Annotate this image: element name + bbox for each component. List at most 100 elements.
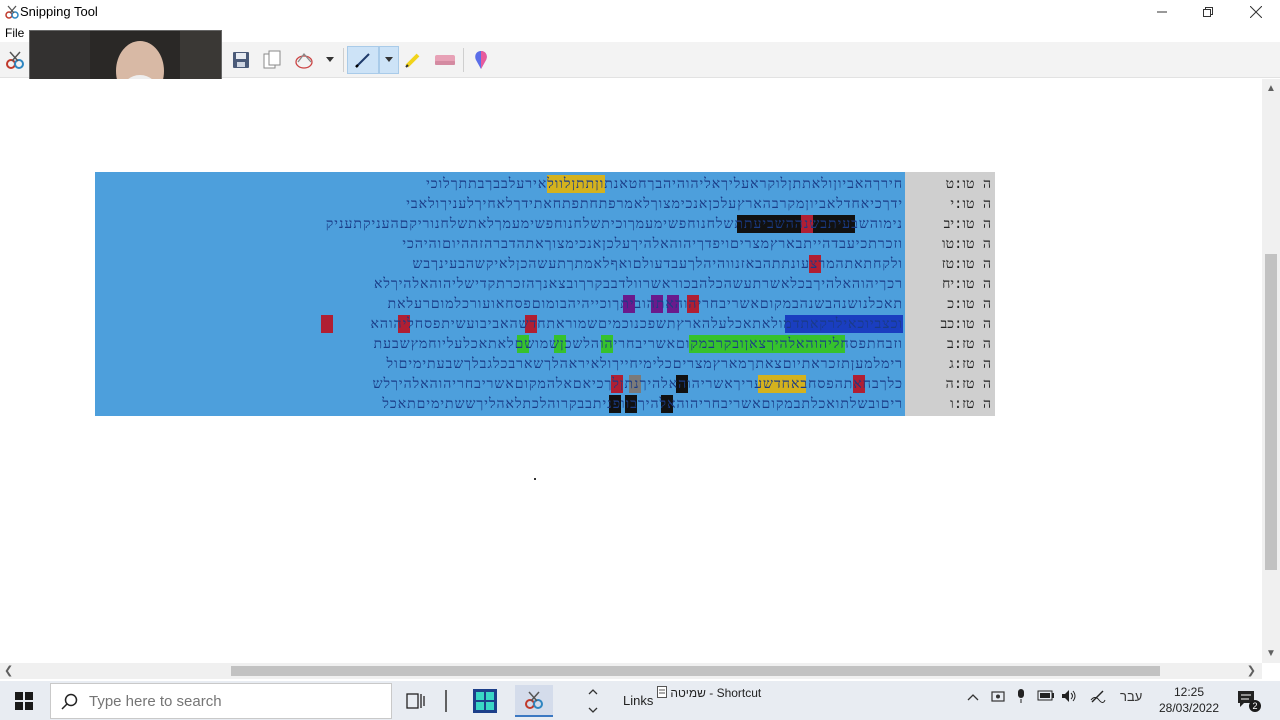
snip-text-row: תאכלנושנהבשנהבמקוםאשריבחריהוהאתהוביתךוכי… bbox=[95, 294, 995, 314]
pen-button[interactable] bbox=[347, 46, 379, 74]
snipping-tool-icon bbox=[525, 691, 543, 709]
hebrew-text: חירךהאביוןולאתתןלוקראעליךאליהוהיהבךחטאנת… bbox=[426, 176, 903, 192]
task-view-button[interactable] bbox=[397, 685, 435, 717]
vertical-scroll-thumb[interactable] bbox=[1265, 254, 1277, 570]
copy-button[interactable] bbox=[259, 46, 285, 74]
snip-text-row: ולקחתאתהמרצעונתתהבאזנווהיהלךעבדעולםואףלא… bbox=[95, 254, 995, 274]
pen-workspace-tray[interactable] bbox=[1090, 689, 1106, 706]
window-title: Snipping Tool bbox=[20, 4, 98, 19]
send-snip-button[interactable] bbox=[292, 46, 318, 74]
shortcut-label: שמיטה - Shortcut bbox=[670, 686, 762, 700]
document-icon bbox=[657, 686, 667, 698]
battery-tray[interactable] bbox=[1037, 689, 1055, 704]
taskbar-app-calculator[interactable] bbox=[466, 685, 504, 717]
meet-now-tray[interactable] bbox=[991, 689, 1005, 706]
taskbar-app-snipping-tool[interactable] bbox=[515, 685, 553, 717]
snip-text-row: נימוהשבעיתבשנההשביעתתשלחנוחפשימעמךוכיתשל… bbox=[95, 214, 995, 234]
hebrew-text: ולקחתאתהמרצעונתתהבאזנווהיהלךעבדעולםואףלא… bbox=[412, 256, 903, 272]
snip-canvas[interactable]: חירךהאביוןולאתתןלוקראעליךאליהוהיהבךחטאנת… bbox=[0, 79, 1262, 663]
eraser-button[interactable] bbox=[432, 46, 458, 74]
verse-reference: ה טו:יח bbox=[942, 276, 991, 292]
app-tile-icon bbox=[473, 689, 497, 713]
battery-icon bbox=[1037, 690, 1054, 701]
verse-reference: ה טו:טז bbox=[941, 256, 991, 272]
close-icon bbox=[1250, 6, 1262, 18]
scroll-up-icon[interactable]: ▲ bbox=[1266, 83, 1276, 94]
clock-date: 28/03/2022 bbox=[1158, 701, 1220, 715]
clock-time: 12:25 bbox=[1173, 685, 1205, 699]
cursor-dot bbox=[534, 478, 536, 480]
minimize-button[interactable] bbox=[1139, 0, 1185, 24]
save-icon bbox=[233, 52, 249, 68]
pen-icon bbox=[355, 53, 370, 68]
horizontal-scroll-thumb[interactable] bbox=[231, 666, 1160, 676]
taskbar-divider bbox=[439, 685, 453, 717]
hebrew-text: וזבחתפסחליהוהאלהיךצאןובקרבמקוםאשריבחריהו… bbox=[373, 336, 903, 352]
snip-text-row: ידךכיאחדלאביוןמקרבהארץעלכןאנכימצוךלאמרפת… bbox=[95, 194, 995, 214]
verse-reference: ה טו:טו bbox=[942, 236, 991, 252]
vertical-scrollbar[interactable]: ▲ ▼ bbox=[1262, 79, 1280, 663]
snip-text-row: חירךהאביוןולאתתןלוקראעליךאליהוהיהבךחטאנת… bbox=[95, 174, 995, 194]
copy-icon bbox=[263, 50, 281, 69]
shortcut-item[interactable]: שמיטה - Shortcut bbox=[657, 686, 761, 700]
highlighter-button[interactable] bbox=[400, 46, 426, 74]
taskbar-search-box[interactable] bbox=[50, 683, 392, 719]
windows-logo-icon bbox=[15, 691, 33, 710]
restore-button[interactable] bbox=[1185, 0, 1231, 24]
dropdown-icon bbox=[385, 57, 393, 62]
scroll-down-icon[interactable]: ▼ bbox=[1266, 648, 1276, 659]
hebrew-text: נימוהשבעיתבשנההשביעתתשלחנוחפשימעמךוכיתשל… bbox=[325, 216, 903, 232]
search-input[interactable] bbox=[89, 684, 379, 718]
links-toolbar-label[interactable]: Links bbox=[623, 693, 653, 708]
minimize-icon bbox=[1157, 11, 1167, 13]
captured-snip-image: חירךהאביוןולאתתןלוקראעליךאליהוהיהבךחטאנת… bbox=[95, 172, 995, 416]
action-center-button[interactable]: 2 bbox=[1236, 689, 1261, 713]
verse-reference: ה טו:ט bbox=[945, 176, 991, 192]
taskbar-clock[interactable]: 12:25 28/03/2022 bbox=[1150, 684, 1228, 716]
snip-text-row: וזבחתפסחליהוהאלהיךצאןובקרבמקוםאשריבחריהו… bbox=[95, 334, 995, 354]
snip-text-row: וזכרתכיעבדהייתבארץמצריםויפדךיהוהאלהיךעלכ… bbox=[95, 234, 995, 254]
toolbar-separator bbox=[343, 48, 344, 72]
close-button[interactable] bbox=[1233, 0, 1279, 24]
volume-tray[interactable] bbox=[1061, 689, 1077, 706]
hebrew-text: תאכלנושנהבשנהבמקוםאשריבחריהוהאתהוביתךוכי… bbox=[387, 296, 903, 312]
verse-reference: ה טו:כ bbox=[947, 296, 991, 312]
restore-icon bbox=[1203, 7, 1213, 17]
paint-3d-button[interactable] bbox=[468, 46, 494, 74]
snip-text-row: כלךבחאתהפסחבאחדשעריךאשריהוהאלהיךנתןלךכיא… bbox=[95, 374, 995, 394]
send-snip-dropdown[interactable] bbox=[322, 46, 338, 74]
start-button[interactable] bbox=[0, 681, 48, 720]
verse-reference: ה טו:כב bbox=[940, 316, 991, 332]
save-button[interactable] bbox=[228, 46, 254, 74]
scroll-left-icon[interactable]: ❮ bbox=[4, 664, 13, 677]
show-hidden-icons-button[interactable] bbox=[967, 689, 979, 704]
new-snip-icon bbox=[6, 51, 24, 69]
paint-3d-icon bbox=[475, 51, 487, 69]
hebrew-text: ידךכיאחדלאביוןמקרבהארץעלכןאנכימצוךלאמרפת… bbox=[406, 196, 903, 212]
hebrew-text: רימלמעןתזכראתיוםצאתךמארץמצריםכלימיחייךול… bbox=[386, 356, 903, 372]
verse-reference: ה טו:יב bbox=[943, 216, 991, 232]
send-snip-icon bbox=[295, 52, 313, 69]
scroll-right-icon[interactable]: ❯ bbox=[1247, 664, 1256, 677]
dropdown-icon bbox=[326, 57, 334, 62]
taskbar-scroll-button[interactable] bbox=[584, 685, 602, 717]
verse-reference: ה טו:י bbox=[950, 196, 991, 212]
hebrew-text: ריםובשלתואכלתבמקוםאשריבחריהוהאלהיךבוופני… bbox=[382, 396, 903, 412]
snip-text-row: ריםובשלתואכלתבמקוםאשריבחריהוהאלהיךבוופני… bbox=[95, 394, 995, 414]
pen-dropdown[interactable] bbox=[379, 46, 399, 74]
hebrew-text: וכצביוכאילרקאתדמולאתאכלעלהארץתשפכנוכמיםש… bbox=[370, 316, 903, 332]
volume-icon bbox=[1062, 690, 1076, 702]
toolbar-separator bbox=[463, 48, 464, 72]
verse-reference: ה טז:ב bbox=[946, 336, 991, 352]
hebrew-text: כלךבחאתהפסחבאחדשעריךאשריהוהאלהיךנתןלךכיא… bbox=[372, 376, 903, 392]
notification-count-badge: 2 bbox=[1249, 700, 1261, 712]
horizontal-scrollbar[interactable]: ❮ ❯ bbox=[0, 663, 1262, 679]
meet-now-icon bbox=[991, 691, 1005, 702]
microphone-tray[interactable] bbox=[1015, 689, 1027, 706]
divider-icon bbox=[445, 690, 447, 712]
new-snip-button[interactable] bbox=[2, 46, 28, 74]
verse-reference: ה טז:ג bbox=[949, 356, 991, 372]
menu-file[interactable]: File bbox=[5, 26, 24, 40]
input-language-indicator[interactable]: עבר bbox=[1120, 689, 1142, 704]
task-view-icon bbox=[406, 693, 425, 709]
